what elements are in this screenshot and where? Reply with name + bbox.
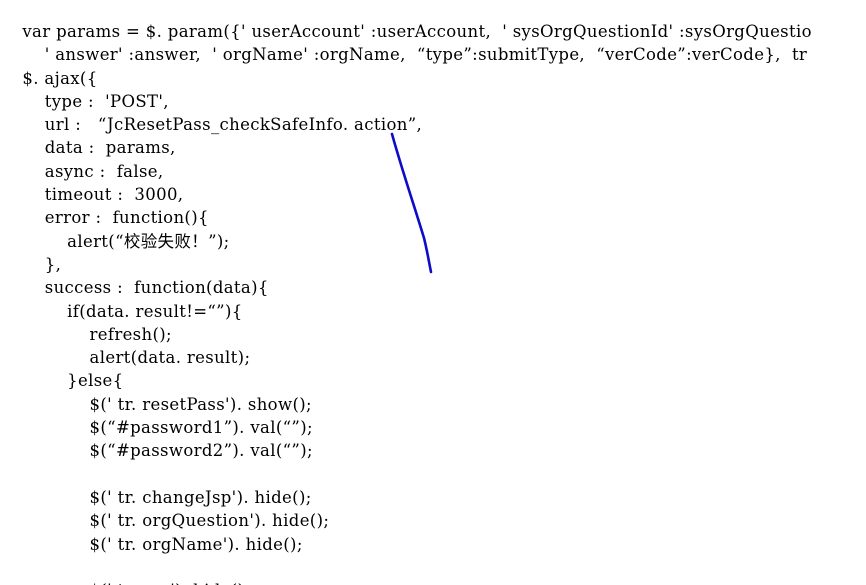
code-line: $(“#password1”). val(“”); (0, 418, 313, 438)
code-line: success : function(data){ (0, 278, 269, 298)
code-screenshot: var params = $. param({' userAccount' :u… (0, 0, 866, 585)
code-line: alert(“校验失败！”); (0, 231, 230, 251)
code-line: url : “JcResetPass_checkSafeInfo. action… (0, 115, 423, 135)
code-line: timeout : 3000, (0, 185, 184, 205)
code-line: error : function(){ (0, 208, 209, 228)
code-line: alert(data. result); (0, 348, 251, 368)
code-line: $(' tr. ver'). hide(); (0, 579, 866, 585)
code-line: $(' tr. orgName'). hide(); (0, 534, 303, 554)
source-code-block: var params = $. param({' userAccount' :u… (0, 20, 866, 585)
code-line: async : false, (0, 161, 164, 181)
code-line: $(' tr. orgQuestion'). hide(); (0, 511, 330, 531)
code-line: ' answer' :answer, ' orgName' :orgName, … (0, 45, 808, 65)
code-line: type : 'POST', (0, 91, 169, 111)
code-line: refresh(); (0, 324, 172, 344)
code-line: if(data. result!=“”){ (0, 301, 243, 321)
code-line: data : params, (0, 138, 176, 158)
code-line: }, (0, 254, 62, 274)
code-line: $(“#password2”). val(“”); (0, 441, 313, 461)
code-line: $(' tr. resetPass'). show(); (0, 394, 312, 414)
code-line: $. ajax({ (0, 68, 98, 88)
code-line: }else{ (0, 371, 124, 391)
code-line: $(' tr. changeJsp'). hide(); (0, 487, 312, 507)
code-line: var params = $. param({' userAccount' :u… (0, 22, 812, 41)
